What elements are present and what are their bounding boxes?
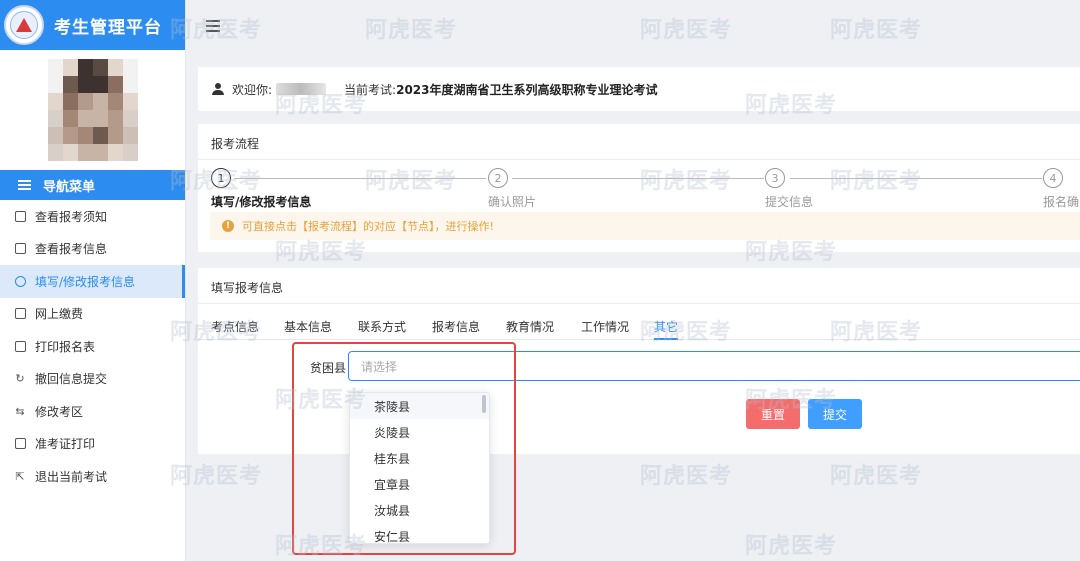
step-line [512,178,764,179]
check-circle-icon [14,275,26,287]
tabs: 考点信息 基本信息 联系方式 报考信息 教育情况 工作情况 其它 [198,314,1080,340]
logo-icon [4,5,44,45]
sidebar: 考生管理平台 导航菜单 查看报考须知 查看报考信息 填写/修改报考信息 网上缴费… [0,0,186,561]
tab-exam-site[interactable]: 考点信息 [211,318,259,335]
step-number: 4 [1043,168,1063,188]
sidebar-item-label: 退出当前考试 [35,469,108,484]
brand-bar: 考生管理平台 [0,0,185,50]
dropdown-option[interactable]: 安仁县 [350,523,489,544]
avatar [47,59,138,161]
tip-alert: ! 可直接点击【报考流程】的对应【节点】，进行操作! [210,212,1080,240]
watermark: 阿虎医考 [745,534,838,559]
sidebar-item-label: 修改考区 [35,404,84,419]
step-label: 确认照片 [488,195,537,209]
exit-icon: ⇱ [15,469,25,483]
step-line [790,178,1042,179]
sidebar-item-change-area[interactable]: ⇆ 修改考区 [0,395,185,428]
step-4[interactable]: 4 报名确 [1043,168,1079,210]
welcome-bar: 欢迎你: 当前考试: 2023年度湖南省卫生系列高级职称专业理论考试 [198,67,1080,111]
greeting: 欢迎你: [232,82,273,97]
poverty-county-select[interactable]: 请选择 [348,351,1080,381]
menu-toggle-icon[interactable] [206,17,220,35]
sidebar-item-admission-ticket[interactable]: 准考证打印 [0,428,185,461]
dropdown-option[interactable]: 宜章县 [350,471,489,497]
sidebar-item-label: 网上缴费 [35,307,84,322]
tab-work[interactable]: 工作情况 [581,318,629,335]
flow-panel: 报考流程 1 填写/修改报考信息 2 确认照片 3 提交信息 4 报名确 ! 可… [198,124,1080,252]
nav-header: 导航菜单 [0,170,185,200]
sidebar-item-edit-info[interactable]: 填写/修改报考信息 [0,265,185,298]
reset-button[interactable]: 重置 [746,399,800,429]
step-number: 1 [211,168,231,188]
nav-title: 导航菜单 [43,179,96,195]
step-label: 报名确 [1043,195,1080,209]
brand-title: 考生管理平台 [54,17,162,38]
flow-title: 报考流程 [198,124,1080,160]
tip-text: 可直接点击【报考流程】的对应【节点】，进行操作! [242,220,494,233]
refresh-icon: ↻ [15,372,25,386]
payment-icon [14,308,26,320]
sidebar-item-notice[interactable]: 查看报考须知 [0,200,185,233]
poverty-county-label: 贫困县 [310,361,347,375]
avatar-area [0,50,185,170]
sidebar-item-label: 撤回信息提交 [35,372,108,387]
sidebar-item-exit-exam[interactable]: ⇱ 退出当前考试 [0,460,185,493]
warning-icon: ! [222,220,234,232]
sidebar-item-label: 准考证打印 [35,437,96,452]
tab-contact[interactable]: 联系方式 [358,318,406,335]
dropdown-option[interactable]: 茶陵县 [350,393,489,419]
sidebar-item-print-form[interactable]: 打印报名表 [0,330,185,363]
document-icon [14,243,26,255]
tab-active-indicator [654,338,678,340]
sidebar-item-label: 打印报名表 [35,339,96,354]
tab-basic-info[interactable]: 基本信息 [284,318,332,335]
form-title: 填写报考信息 [198,268,1080,304]
watermark: 阿虎医考 [830,464,923,489]
watermark: 阿虎医考 [640,464,733,489]
current-exam: 2023年度湖南省卫生系列高级职称专业理论考试 [396,82,658,97]
step-label: 填写/修改报考信息 [211,195,312,209]
current-exam-label: 当前考试: [344,82,397,97]
step-number: 3 [765,168,785,188]
card-icon [14,438,26,450]
step-line [234,178,486,179]
topbar [186,0,1080,50]
step-label: 提交信息 [765,195,814,209]
sidebar-item-label: 查看报考信息 [35,242,108,257]
steps: 1 填写/修改报考信息 2 确认照片 3 提交信息 4 报名确 [198,168,1080,210]
user-name-redacted [276,83,327,95]
tab-education[interactable]: 教育情况 [506,318,554,335]
tab-other[interactable]: 其它 [654,318,678,335]
dropdown-option[interactable]: 桂东县 [350,445,489,471]
form-panel: 填写报考信息 考点信息 基本信息 联系方式 报考信息 教育情况 工作情况 其它 … [198,268,1080,454]
dropdown-option[interactable]: 汝城县 [350,497,489,523]
menu-icon [18,178,31,192]
sidebar-item-label: 填写/修改报考信息 [35,274,136,289]
step-number: 2 [488,168,508,188]
sidebar-item-label: 查看报考须知 [35,209,108,224]
step-3[interactable]: 3 提交信息 [765,168,813,210]
sidebar-item-payment[interactable]: 网上缴费 [0,298,185,331]
tab-exam-info[interactable]: 报考信息 [432,318,480,335]
step-2[interactable]: 2 确认照片 [488,168,536,210]
dropdown-option[interactable]: 炎陵县 [350,419,489,445]
user-icon [212,83,224,95]
county-dropdown: 茶陵县 炎陵县 桂东县 宜章县 汝城县 安仁县 [349,392,490,544]
sidebar-item-view-info[interactable]: 查看报考信息 [0,233,185,266]
print-icon [14,340,26,352]
nav-list: 查看报考须知 查看报考信息 填写/修改报考信息 网上缴费 打印报名表 ↻ 撤回信… [0,200,185,493]
step-1[interactable]: 1 填写/修改报考信息 [211,168,311,210]
dropdown-scrollbar[interactable] [482,395,486,413]
swap-icon: ⇆ [15,404,25,418]
submit-button[interactable]: 提交 [808,399,862,429]
sidebar-item-withdraw[interactable]: ↻ 撤回信息提交 [0,363,185,396]
message-icon [14,210,26,222]
